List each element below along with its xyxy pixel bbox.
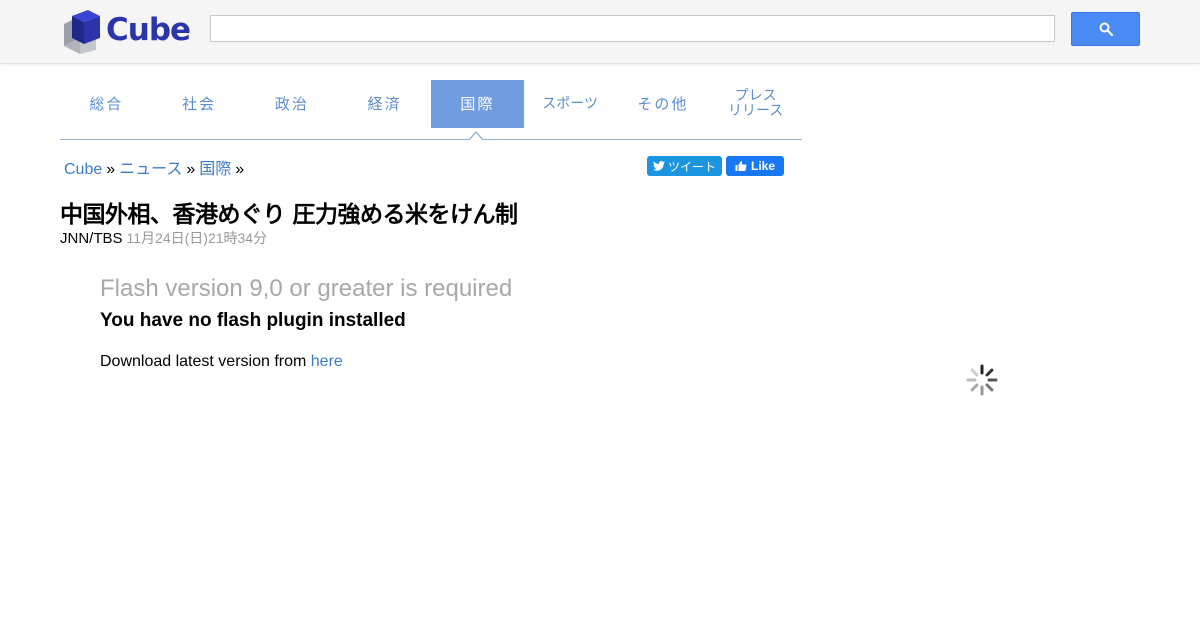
breadcrumb-separator: » — [235, 161, 245, 178]
article-date: 11月24日(日)21時34分 — [126, 230, 268, 246]
category-nav: 総合 社会 政治 経済 国際 スポーツ その他 プレス リリース — [60, 80, 802, 128]
article-source: JNN/TBS — [60, 230, 123, 247]
site-logo[interactable]: Cube — [62, 10, 192, 54]
breadcrumb-cube[interactable]: Cube — [64, 161, 102, 178]
nav-item-politics[interactable]: 政治 — [246, 80, 339, 128]
nav-press-line1: プレス — [734, 88, 777, 104]
search-input[interactable] — [210, 15, 1055, 42]
search-icon — [1099, 22, 1113, 36]
breadcrumb-international[interactable]: 国際 — [199, 161, 231, 178]
twitter-bird-icon — [652, 161, 665, 171]
nav-item-international[interactable]: 国際 — [431, 80, 524, 128]
flash-missing-message: You have no flash plugin installed — [100, 310, 406, 331]
site-header: Cube — [0, 0, 1200, 64]
flash-required-message: Flash version 9,0 or greater is required — [100, 275, 513, 302]
flash-download-line: Download latest version from here — [100, 353, 343, 371]
nav-item-society[interactable]: 社会 — [153, 80, 246, 128]
nav-active-pointer-fill — [470, 133, 482, 140]
breadcrumb: Cube» ニュース» 国際» — [64, 155, 248, 179]
article-byline: JNN/TBS 11月24日(日)21時34分 — [60, 228, 267, 248]
article-title: 中国外相、香港めぐり 圧力強める米をけん制 — [60, 202, 518, 228]
nav-item-sports[interactable]: スポーツ — [524, 80, 617, 128]
thumbs-up-icon — [735, 161, 747, 171]
flash-download-text: Download latest version from — [100, 353, 307, 370]
tweet-label: ツイート — [667, 159, 716, 174]
cube-logo-icon — [64, 10, 100, 54]
like-label: Like — [750, 159, 775, 173]
nav-item-economy[interactable]: 経済 — [338, 80, 431, 128]
nav-item-other[interactable]: その他 — [617, 80, 710, 128]
nav-item-general[interactable]: 総合 — [60, 80, 153, 128]
breadcrumb-separator: » — [106, 161, 116, 178]
nav-divider — [60, 139, 802, 140]
nav-press-line2: リリース — [727, 103, 784, 119]
loading-spinner-icon — [966, 364, 998, 396]
breadcrumb-separator: » — [186, 161, 196, 178]
search-button[interactable] — [1071, 12, 1140, 46]
nav-item-press-release[interactable]: プレス リリース — [709, 80, 802, 128]
logo-text: Cube — [106, 12, 191, 48]
facebook-like-button[interactable]: Like — [726, 156, 784, 176]
tweet-button[interactable]: ツイート — [647, 156, 722, 176]
breadcrumb-news[interactable]: ニュース — [119, 161, 182, 178]
flash-download-link[interactable]: here — [311, 353, 343, 370]
